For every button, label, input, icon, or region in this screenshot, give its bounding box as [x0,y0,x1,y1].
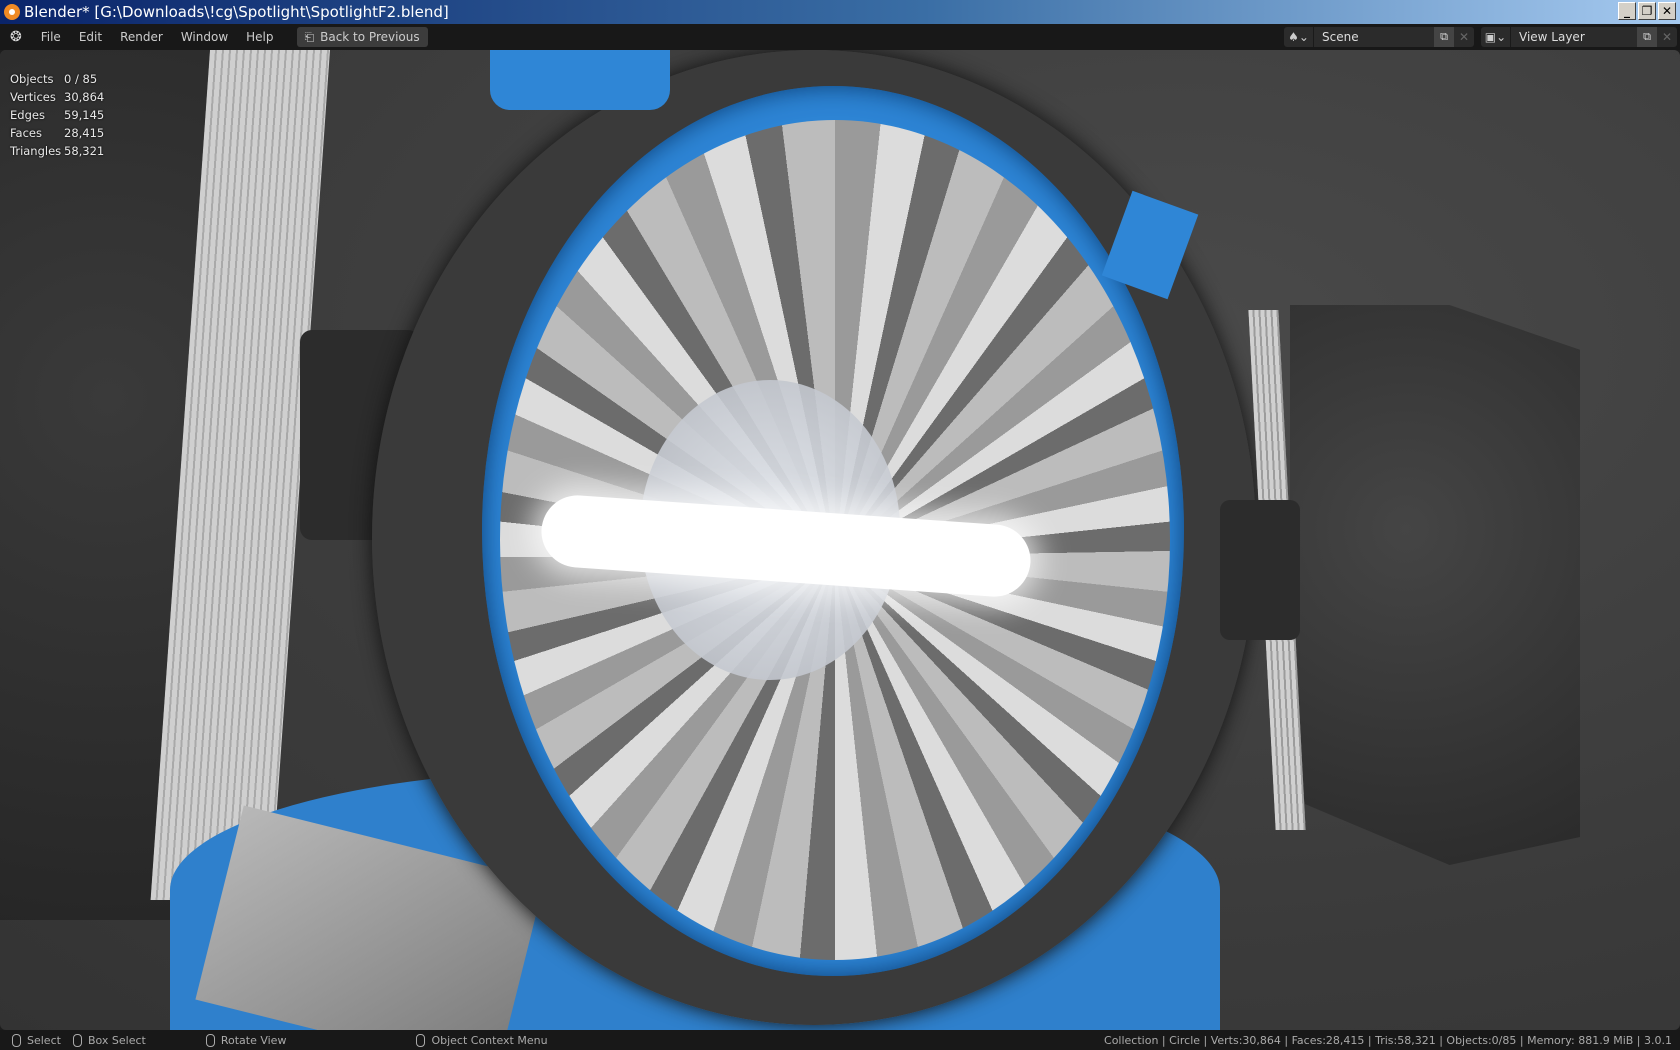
stat-vertices: Vertices 30,864 [10,88,104,106]
stat-value: 0 / 85 [64,72,98,86]
hint-context-menu: Object Context Menu [431,1033,548,1047]
stat-label: Objects [10,72,54,86]
view-layer-selector[interactable]: ▣⌄ View Layer ⧉ ✕ [1481,27,1677,47]
stat-value: 28,415 [64,126,105,140]
3d-viewport[interactable]: Objects 0 / 85 Vertices 30,864 Edges 59,145… [0,50,1680,1030]
menu-window[interactable]: Window [172,30,237,44]
window-title: Blender* [G:\Downloads\!cg\Spotlight\Spo… [24,3,449,21]
menu-help[interactable]: Help [237,30,282,44]
top-clamp [490,50,670,110]
hint-select: Select [27,1033,61,1047]
stat-value: 59,145 [64,108,105,122]
view-layer-icon[interactable]: ▣⌄ [1481,27,1511,47]
close-button[interactable]: ✕ [1658,2,1676,20]
title-bar: Blender* [G:\Downloads\!cg\Spotlight\Spo… [0,0,1680,24]
right-barn-door [1290,305,1580,865]
stat-label: Edges [10,108,45,122]
viewport-statistics: Objects 0 / 85 Vertices 30,864 Edges 59,145… [10,70,104,160]
copy-view-layer-icon[interactable]: ⧉ [1637,27,1657,47]
stat-triangles: Triangles 58,321 [10,142,104,160]
screen-back-icon: ⎗ [304,29,315,44]
scene-name-field[interactable]: Scene [1314,30,1434,44]
menu-edit[interactable]: Edit [70,30,111,44]
stat-edges: Edges 59,145 [10,106,104,124]
hint-box-select: Box Select [87,1033,146,1047]
menu-render[interactable]: Render [111,30,172,44]
maximize-button[interactable]: ❐ [1638,2,1656,20]
stat-faces: Faces 28,415 [10,124,104,142]
back-to-previous-label: Back to Previous [320,30,420,44]
right-hinge-block [1220,500,1300,640]
delete-scene-icon[interactable]: ✕ [1454,30,1474,44]
blender-logo-icon [4,4,20,20]
mouse-drag-icon [72,1033,82,1047]
scene-selector[interactable]: ♠⌄ Scene ⧉ ✕ [1284,27,1474,47]
stat-value: 30,864 [64,90,105,104]
stat-value: 58,321 [64,144,105,158]
stat-label: Faces [10,126,42,140]
stat-objects: Objects 0 / 85 [10,70,104,88]
scene-icon[interactable]: ♠⌄ [1284,27,1314,47]
mouse-right-icon [416,1033,426,1047]
blender-menu-icon[interactable]: ❂ [10,29,22,45]
mouse-middle-icon [205,1033,215,1047]
minimize-button[interactable]: _ [1618,2,1636,20]
copy-scene-icon[interactable]: ⧉ [1434,27,1454,47]
mouse-left-icon [12,1033,21,1047]
back-to-previous-button[interactable]: ⎗ Back to Previous [296,27,428,47]
stat-label: Triangles [10,144,62,158]
stat-label: Vertices [10,90,56,104]
status-bar: Select Box Select Rotate View Object Con… [0,1030,1680,1050]
hint-rotate-view: Rotate View [220,1033,287,1047]
delete-view-layer-icon[interactable]: ✕ [1657,30,1677,44]
view-layer-name-field[interactable]: View Layer [1511,30,1637,44]
menu-file[interactable]: File [32,30,70,44]
scene-info: Collection | Circle | Verts:30,864 | Fac… [1104,1033,1672,1047]
